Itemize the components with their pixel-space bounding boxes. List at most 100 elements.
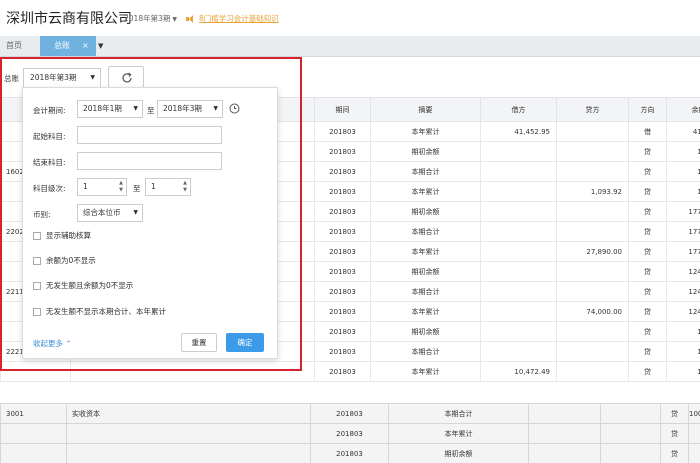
table-cell: 201803 <box>314 261 371 282</box>
checkbox-icon[interactable] <box>33 256 41 265</box>
table-cell <box>480 241 557 262</box>
table-cell: 借 <box>628 121 667 142</box>
table-cell <box>0 443 67 463</box>
table-cell: 本年累计 <box>370 301 481 322</box>
table-cell: 期初余额 <box>388 443 529 463</box>
table-cell <box>556 321 629 342</box>
table-row[interactable]: 201803 本年累计 贷 <box>0 423 700 444</box>
table-cell: 本年累计 <box>370 241 481 262</box>
col-header-summary: 摘要 <box>370 97 481 122</box>
period-from-select[interactable]: 2018年1期 ▼ <box>77 100 143 118</box>
start-subject-label: 起始科目: <box>33 132 66 141</box>
table-cell: 本期合计 <box>370 161 481 182</box>
table-cell: 贷 <box>628 301 667 322</box>
checkbox-icon[interactable] <box>33 231 41 240</box>
table-cell: 本期合计 <box>370 221 481 242</box>
table-cell: 贷 <box>628 161 667 182</box>
table-cell <box>600 423 661 444</box>
table-cell <box>688 423 700 444</box>
table-cell: 1,093.9 <box>666 161 700 182</box>
end-subject-input[interactable] <box>77 152 222 170</box>
table-cell <box>480 141 557 162</box>
table-cell: 201803 <box>310 403 389 424</box>
tab-ledger[interactable]: 总账 × <box>40 36 96 56</box>
close-icon[interactable]: × <box>82 36 89 56</box>
table-cell: 41,452.9 <box>666 121 700 142</box>
stepper-arrows-icon[interactable]: ▲ ▼ <box>183 180 187 194</box>
col-header-credit: 贷方 <box>556 97 629 122</box>
option-label: 无发生额且余额为0不显示 <box>46 281 134 290</box>
table-cell <box>556 281 629 302</box>
table-cell: 177,890.0 <box>666 201 700 222</box>
option-show-aux[interactable]: 显示辅助核算 <box>33 230 91 241</box>
table-cell: 贷 <box>628 141 667 162</box>
table-cell: 201803 <box>314 181 371 202</box>
table-cell <box>556 361 629 382</box>
stepper-arrows-icon[interactable]: ▲ ▼ <box>119 180 123 194</box>
table-cell: 177,890.0 <box>666 221 700 242</box>
chevron-down-icon: ▼ <box>133 105 138 112</box>
clock-icon[interactable] <box>229 103 240 114</box>
table-cell <box>480 221 557 242</box>
tab-ledger-label: 总账 <box>54 41 70 50</box>
currency-select[interactable]: 综合本位币 ▼ <box>77 204 143 222</box>
period-selector[interactable]: 2018年第3期 ▼ <box>124 13 177 24</box>
start-subject-input[interactable] <box>77 126 222 144</box>
table-cell: 1,093.92 <box>556 181 629 202</box>
table-row[interactable]: 201803 期初余额 贷 <box>0 443 700 463</box>
col-header-direction: 方向 <box>628 97 667 122</box>
table-cell: 124,000.0 <box>666 261 700 282</box>
period-to-sep: 至 <box>147 106 155 115</box>
table-cell <box>480 181 557 202</box>
currency-label: 币别: <box>33 210 51 219</box>
table-cell: 201803 <box>314 221 371 242</box>
level-to-stepper[interactable]: 1 ▲ ▼ <box>145 178 191 196</box>
table-cell <box>0 423 67 444</box>
table-cell <box>600 403 661 424</box>
col-header-debit: 借方 <box>480 97 557 122</box>
table-cell <box>480 341 557 362</box>
option-hide-no-activity[interactable]: 无发生额且余额为0不显示 <box>33 280 133 291</box>
table-cell: 贷 <box>628 181 667 202</box>
table-cell: 本期合计 <box>388 403 529 424</box>
table-cell: 期初余额 <box>370 201 481 222</box>
table-cell: 201803 <box>314 241 371 262</box>
currency-value: 综合本位币 <box>83 208 121 217</box>
table-cell <box>556 341 629 362</box>
option-hide-zero[interactable]: 余额为0不显示 <box>33 255 96 266</box>
table-cell: 贷 <box>628 241 667 262</box>
table-cell <box>556 121 629 142</box>
option-hide-totals[interactable]: 无发生额不显示本期合计、本年累计 <box>33 306 166 317</box>
table-cell: 177,890.0 <box>666 241 700 262</box>
collapse-more-link[interactable]: 收起更多 ⌃ <box>33 338 72 349</box>
end-subject-label: 结束科目: <box>33 158 66 167</box>
level-from-stepper[interactable]: 1 ▲ ▼ <box>77 178 127 196</box>
table-cell <box>556 161 629 182</box>
table-cell: 201803 <box>314 361 371 382</box>
table-cell: 贷 <box>628 321 667 342</box>
chevron-down-icon: ▼ <box>133 209 138 216</box>
col-header-period: 期间 <box>314 97 371 122</box>
app-header: 深圳市云商有限公司 2018年第3期 ▼ 8门槛学习会计基础知识 <box>0 0 700 36</box>
table-cell <box>66 423 311 444</box>
table-cell: 贷 <box>660 403 689 424</box>
confirm-button[interactable]: 确定 <box>226 333 264 352</box>
table-cell <box>480 281 557 302</box>
table-cell <box>688 443 700 463</box>
table-row[interactable]: 3001实收资本201803本期合计 贷100,000.0 <box>0 403 700 424</box>
table-cell <box>480 261 557 282</box>
notice-link[interactable]: 8门槛学习会计基础知识 <box>186 13 279 24</box>
table-cell <box>556 221 629 242</box>
table-cell <box>480 321 557 342</box>
reset-button[interactable]: 重置 <box>181 333 217 352</box>
table-cell: 10,472.49 <box>480 361 557 382</box>
tab-home[interactable]: 首页 <box>6 36 42 56</box>
table-cell: 201803 <box>314 321 371 342</box>
table-cell: 1,527.5 <box>666 361 700 382</box>
checkbox-icon[interactable] <box>33 307 41 316</box>
tab-more-icon[interactable]: ▼ <box>98 36 110 56</box>
table-cell <box>600 443 661 463</box>
checkbox-icon[interactable] <box>33 281 41 290</box>
option-label: 无发生额不显示本期合计、本年累计 <box>46 307 166 316</box>
period-to-select[interactable]: 2018年3期 ▼ <box>157 100 223 118</box>
